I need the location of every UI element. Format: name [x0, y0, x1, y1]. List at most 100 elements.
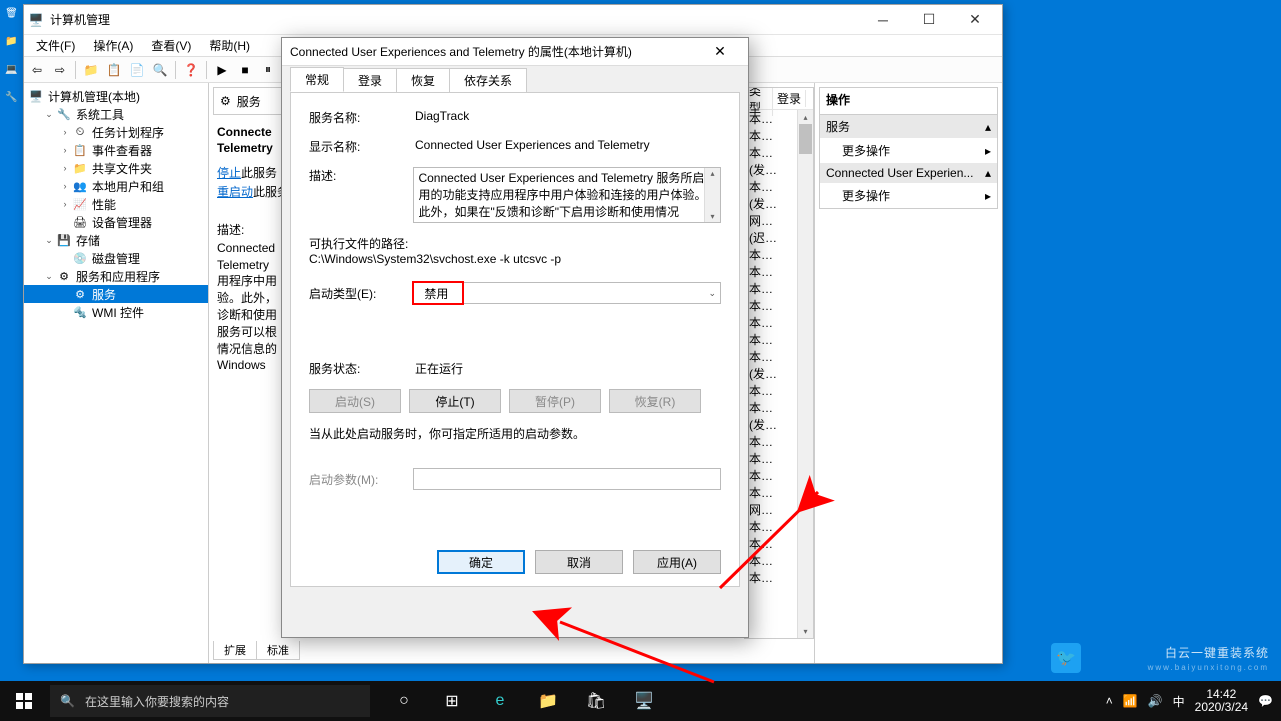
back-button[interactable]: ⇦: [26, 59, 48, 81]
startup-type-select[interactable]: 禁用 ⌄: [413, 282, 721, 304]
cancel-button[interactable]: 取消: [535, 550, 623, 574]
expand-icon[interactable]: ›: [58, 127, 72, 137]
minimize-button[interactable]: ─: [860, 5, 906, 35]
properties-button[interactable]: 📋: [103, 59, 125, 81]
tab-standard[interactable]: 标准: [256, 641, 300, 660]
maximize-button[interactable]: ☐: [906, 5, 952, 35]
export-button[interactable]: 📄: [126, 59, 148, 81]
app-icon: 🖥️: [28, 12, 44, 28]
edge-icon[interactable]: e: [476, 681, 524, 721]
tree-sharedfolders[interactable]: ›📁共享文件夹: [24, 159, 208, 177]
expand-icon[interactable]: ›: [58, 181, 72, 191]
desktop-icon[interactable]: 🔧: [2, 92, 22, 112]
tab-recovery[interactable]: 恢复: [396, 68, 450, 92]
expand-icon[interactable]: ›: [58, 199, 72, 209]
tree-services[interactable]: ⚙服务: [24, 285, 208, 303]
gear-icon: ⚙: [72, 287, 88, 301]
tree-localusers[interactable]: ›👥本地用户和组: [24, 177, 208, 195]
stop-icon[interactable]: ■: [234, 59, 256, 81]
desktop-icon[interactable]: 📁: [2, 36, 22, 56]
tab-extended[interactable]: 扩展: [213, 641, 257, 660]
tree-root[interactable]: 🖥️计算机管理(本地): [24, 87, 208, 105]
start-button[interactable]: [0, 681, 48, 721]
collapse-icon[interactable]: ⌄: [42, 271, 56, 282]
services-icon: ⚙: [56, 269, 72, 283]
ok-button[interactable]: 确定: [437, 550, 525, 574]
scroll-up-icon[interactable]: ▴: [798, 110, 813, 124]
tab-dependencies[interactable]: 依存关系: [449, 68, 527, 92]
tray-volume-icon[interactable]: 🔊: [1148, 694, 1163, 708]
scroll-down-icon[interactable]: ▾: [798, 624, 813, 638]
notifications-icon[interactable]: 💬: [1258, 694, 1273, 708]
navigation-tree[interactable]: 🖥️计算机管理(本地) ⌄🔧系统工具 ›⏲任务计划程序 ›📋事件查看器 ›📁共享…: [24, 83, 209, 663]
scrollbar[interactable]: ▴ ▾: [797, 110, 813, 638]
tab-logon[interactable]: 登录: [343, 68, 397, 92]
actions-selected-heading[interactable]: Connected User Experien...▴: [820, 163, 997, 183]
stop-service-link[interactable]: 停止: [217, 166, 241, 180]
desktop-icon[interactable]: 🗑: [2, 8, 22, 28]
restart-service-link[interactable]: 重启动: [217, 185, 253, 199]
collapse-icon[interactable]: ⌄: [42, 109, 56, 120]
cortana-icon[interactable]: ○: [380, 681, 428, 721]
tree-diskmgmt[interactable]: 💿磁盘管理: [24, 249, 208, 267]
taskbar-search[interactable]: 🔍 在这里输入你要搜索的内容: [50, 685, 370, 717]
mmc-taskbar-icon[interactable]: 🖥️: [620, 681, 668, 721]
menu-view[interactable]: 查看(V): [143, 35, 199, 56]
tray-date[interactable]: 2020/3/24: [1195, 701, 1248, 714]
desktop-icon[interactable]: 💻: [2, 64, 22, 84]
up-button[interactable]: 📁: [80, 59, 102, 81]
refresh-button[interactable]: 🔍: [149, 59, 171, 81]
tree-devicemgr[interactable]: 🖨设备管理器: [24, 213, 208, 231]
play-icon[interactable]: ▶: [211, 59, 233, 81]
tree-eventviewer[interactable]: ›📋事件查看器: [24, 141, 208, 159]
tree-wmi[interactable]: 🔩WMI 控件: [24, 303, 208, 321]
col-status[interactable]: 登录: [773, 90, 806, 107]
close-button[interactable]: ✕: [952, 5, 998, 35]
services-list[interactable]: 类型 登录 本…本…本…(发…本…(发…网…(迟…本…本…本…本…本…本…本…(…: [744, 87, 814, 639]
wmi-icon: 🔩: [72, 305, 88, 319]
menu-action[interactable]: 操作(A): [85, 35, 141, 56]
apply-button[interactable]: 应用(A): [633, 550, 721, 574]
actions-more-2[interactable]: 更多操作▸: [820, 183, 997, 208]
tray-network-icon[interactable]: 📶: [1123, 694, 1138, 708]
desc-scrollbar[interactable]: ▴▾: [704, 168, 720, 222]
collapse-icon[interactable]: ⌄: [42, 235, 56, 246]
expand-icon[interactable]: ›: [58, 163, 72, 173]
tray-chevron-icon[interactable]: ˄: [1106, 694, 1113, 708]
scroll-thumb[interactable]: [799, 124, 812, 154]
actions-more[interactable]: 更多操作▸: [820, 138, 997, 163]
stop-button[interactable]: 停止(T): [409, 389, 501, 413]
system-tray[interactable]: ˄ 📶 🔊 中 14:42 2020/3/24 💬: [1098, 688, 1281, 714]
dialog-titlebar[interactable]: Connected User Experiences and Telemetry…: [282, 38, 748, 66]
clock-icon: ⏲: [72, 125, 88, 139]
tray-ime[interactable]: 中: [1173, 693, 1185, 710]
actions-panel: 操作 服务▴ 更多操作▸ Connected User Experien...▴…: [814, 83, 1002, 663]
tree-systools[interactable]: ⌄🔧系统工具: [24, 105, 208, 123]
forward-button[interactable]: ⇨: [49, 59, 71, 81]
gear-icon: ⚙: [220, 94, 231, 108]
selected-service-name: ConnecteTelemetry: [217, 125, 287, 156]
tree-taskscheduler[interactable]: ›⏲任务计划程序: [24, 123, 208, 141]
dialog-close-button[interactable]: ✕: [700, 38, 740, 66]
explorer-icon[interactable]: 📁: [524, 681, 572, 721]
actions-services-heading[interactable]: 服务▴: [820, 115, 997, 138]
tree-servicesapps[interactable]: ⌄⚙服务和应用程序: [24, 267, 208, 285]
help-button[interactable]: ❓: [180, 59, 202, 81]
start-button: 启动(S): [309, 389, 401, 413]
scroll-down-icon[interactable]: ▾: [710, 211, 714, 222]
taskbar[interactable]: 🔍 在这里输入你要搜索的内容 ○ ⊞ e 📁 🛍 🖥️ ˄ 📶 🔊 中 14:4…: [0, 681, 1281, 721]
list-header[interactable]: 类型 登录: [745, 88, 813, 110]
tree-storage[interactable]: ⌄💾存储: [24, 231, 208, 249]
tree-performance[interactable]: ›📈性能: [24, 195, 208, 213]
store-icon[interactable]: 🛍: [572, 681, 620, 721]
description-box[interactable]: Connected User Experiences and Telemetry…: [413, 167, 721, 223]
start-params-label: 启动参数(M):: [309, 471, 413, 488]
tab-general[interactable]: 常规: [290, 67, 344, 92]
pause-icon[interactable]: ⏸: [257, 59, 279, 81]
scroll-up-icon[interactable]: ▴: [710, 168, 714, 179]
taskview-icon[interactable]: ⊞: [428, 681, 476, 721]
titlebar[interactable]: 🖥️ 计算机管理 ─ ☐ ✕: [24, 5, 1002, 35]
menu-help[interactable]: 帮助(H): [201, 35, 258, 56]
menu-file[interactable]: 文件(F): [28, 35, 83, 56]
expand-icon[interactable]: ›: [58, 145, 72, 155]
